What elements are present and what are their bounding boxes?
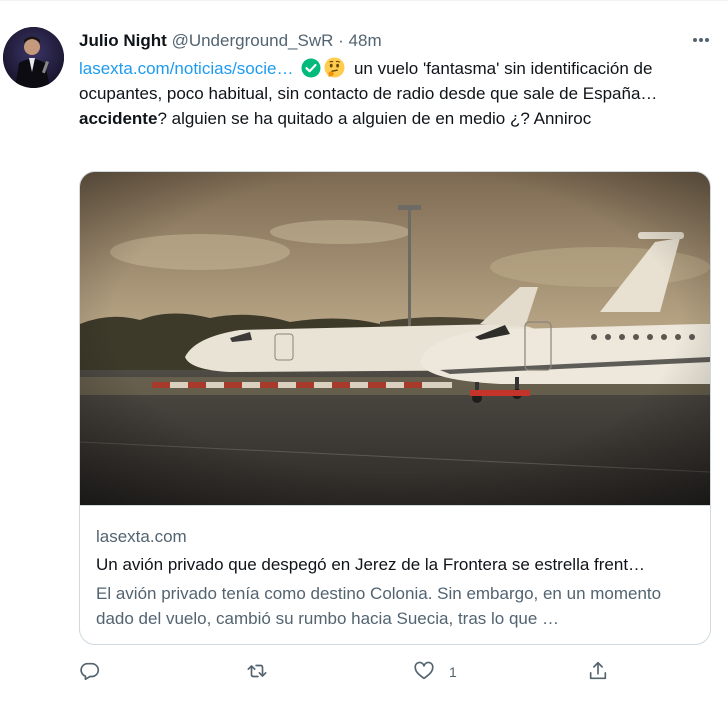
avatar[interactable] (3, 27, 64, 88)
private-jets-on-tarmac-photo[interactable] (80, 172, 710, 505)
tweet-text-bold: accidente (79, 109, 158, 128)
tweet-time[interactable]: 48m (349, 31, 382, 50)
reply-button[interactable] (79, 659, 101, 685)
like-button[interactable]: 1 (413, 659, 457, 685)
check-circle-icon (301, 58, 321, 78)
retweet-button[interactable] (246, 659, 268, 685)
retweet-icon (246, 660, 268, 685)
share-icon (587, 660, 609, 685)
tweet-link[interactable]: lasexta.com/noticias/socie… (79, 59, 293, 78)
thinking-face-emoji (324, 57, 345, 78)
more-dots-icon[interactable] (686, 29, 716, 51)
share-button[interactable] (587, 659, 609, 685)
tweet-actions: 1 (79, 659, 619, 685)
tweet-text-part2: ? alguien se ha quitado a alguien de en … (157, 109, 592, 128)
header-separator: · (338, 31, 344, 50)
card-description: El avión privado tenía como destino Colo… (96, 584, 662, 628)
tweet-text: lasexta.com/noticias/socie… un vuelo 'fa… (79, 56, 709, 131)
like-count: 1 (449, 664, 457, 680)
author-name[interactable]: Julio Night (79, 31, 167, 50)
reply-icon (79, 660, 101, 685)
card-title: Un avión privado que despegó en Jerez de… (96, 555, 646, 574)
card-domain: lasexta.com (96, 527, 187, 546)
link-card[interactable]: lasexta.com Un avión privado que despegó… (79, 171, 711, 645)
tweet-header: Julio Night @Underground_SwR · 48m (79, 31, 382, 53)
author-handle[interactable]: @Underground_SwR (172, 31, 334, 50)
heart-icon (413, 660, 435, 685)
tweet[interactable]: Julio Night @Underground_SwR · 48m lasex… (0, 0, 728, 701)
card-meta[interactable]: lasexta.com Un avión privado que despegó… (80, 505, 710, 644)
